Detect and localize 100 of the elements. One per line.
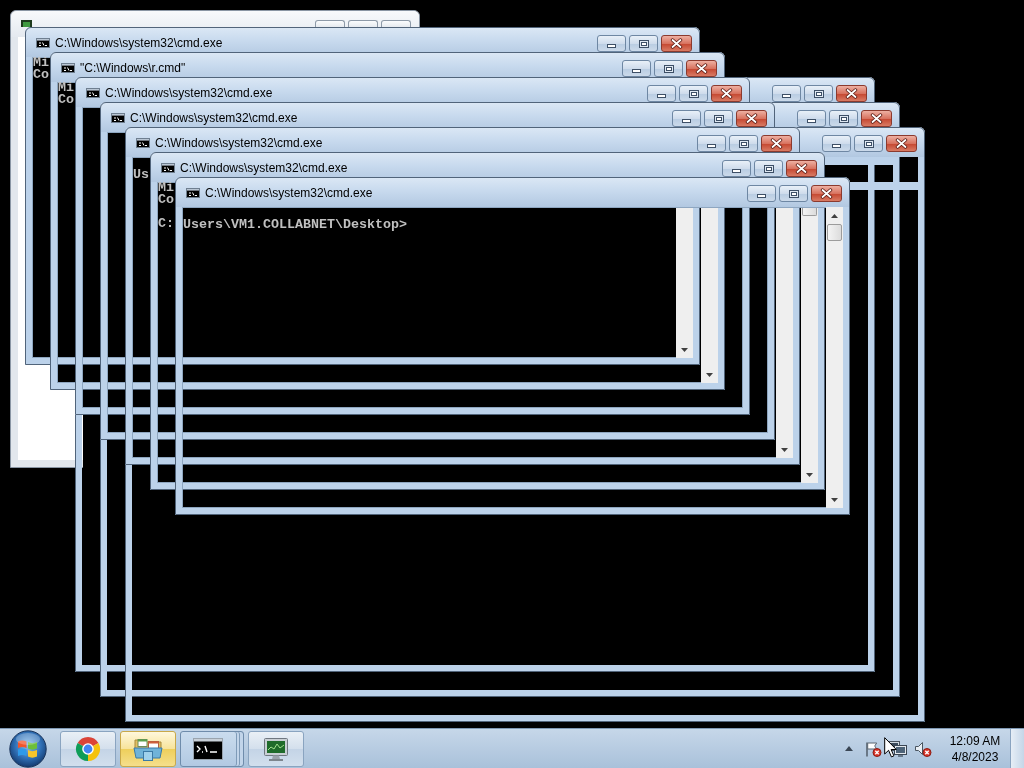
- close-button[interactable]: [761, 135, 792, 152]
- clock-button[interactable]: 12:09 AM 4/8/2023: [944, 730, 1006, 767]
- window-title: C:\Windows\system32\cmd.exe: [205, 185, 373, 200]
- tricolor-circle-icon: [75, 735, 101, 762]
- close-icon: [745, 113, 758, 124]
- maximize-button[interactable]: [754, 160, 783, 177]
- mouse-pointer-icon: [884, 737, 897, 758]
- close-button[interactable]: [861, 110, 892, 127]
- console-text: C:: [158, 218, 174, 230]
- scrollbar[interactable]: [801, 207, 818, 483]
- minimize-button[interactable]: [622, 60, 651, 77]
- console-icon: [161, 162, 175, 173]
- close-icon: [870, 113, 883, 124]
- maximize-button[interactable]: [729, 135, 758, 152]
- maximize-button[interactable]: [654, 60, 683, 77]
- scrollbar[interactable]: [776, 207, 793, 458]
- maximize-button[interactable]: [629, 35, 658, 52]
- window-title: "C:\Windows\r.cmd": [80, 60, 186, 75]
- start-orb-icon[interactable]: [9, 729, 47, 768]
- console-text: Mi: [33, 57, 49, 69]
- close-button[interactable]: [811, 185, 842, 202]
- console-text: Users\VM1.COLLABNET\Desktop>: [183, 219, 407, 231]
- terminal-icon: [193, 737, 223, 760]
- minimize-icon: [657, 94, 666, 98]
- maximize-icon: [638, 39, 649, 48]
- close-icon: [770, 138, 783, 149]
- minimize-button[interactable]: [747, 185, 776, 202]
- minimize-icon: [732, 169, 741, 173]
- close-button[interactable]: [736, 110, 767, 127]
- maximize-icon: [738, 139, 749, 148]
- scroll-down-icon[interactable]: [806, 472, 813, 477]
- close-button[interactable]: [686, 60, 717, 77]
- close-icon: [720, 88, 733, 99]
- scrollbar[interactable]: [826, 207, 843, 508]
- console-text: Co: [158, 194, 174, 206]
- maximize-icon: [788, 189, 799, 198]
- minimize-icon: [782, 94, 791, 98]
- console-icon: [136, 137, 150, 148]
- scroll-thumb[interactable]: [827, 224, 842, 241]
- minimize-button[interactable]: [597, 35, 626, 52]
- minimize-icon: [757, 194, 766, 198]
- speaker-icon[interactable]: [914, 740, 932, 757]
- flag-icon[interactable]: [864, 740, 882, 757]
- window-title: C:\Windows\system32\cmd.exe: [130, 110, 298, 125]
- window-title: C:\Windows\system32\cmd.exe: [105, 85, 273, 100]
- taskbar-button[interactable]: [180, 730, 244, 767]
- scrollbar[interactable]: [676, 207, 693, 358]
- scroll-down-icon[interactable]: [781, 447, 788, 452]
- close-icon: [820, 188, 833, 199]
- window-title: C:\Windows\system32\cmd.exe: [55, 35, 223, 50]
- caret-up-icon[interactable]: [845, 746, 853, 751]
- console-text: Co: [33, 69, 49, 81]
- maximize-icon: [663, 64, 674, 73]
- minimize-button[interactable]: [797, 110, 826, 127]
- minimize-button[interactable]: [647, 85, 676, 102]
- maximize-button[interactable]: [704, 110, 733, 127]
- maximize-icon: [688, 89, 699, 98]
- close-button[interactable]: [886, 135, 917, 152]
- scroll-down-icon[interactable]: [681, 347, 688, 352]
- console-text: Us: [133, 169, 149, 181]
- scroll-down-icon[interactable]: [706, 372, 713, 377]
- console-icon: [36, 37, 50, 48]
- app-icon: [21, 20, 32, 27]
- close-button[interactable]: [786, 160, 817, 177]
- minimize-button[interactable]: [672, 110, 701, 127]
- maximize-button[interactable]: [679, 85, 708, 102]
- close-icon: [670, 38, 683, 49]
- window-title: C:\Windows\system32\cmd.exe: [155, 135, 323, 150]
- maximize-button[interactable]: [829, 110, 858, 127]
- minimize-icon: [607, 44, 616, 48]
- console-icon: [186, 187, 200, 198]
- scroll-down-icon[interactable]: [831, 497, 838, 502]
- maximize-button[interactable]: [804, 85, 833, 102]
- close-button[interactable]: [836, 85, 867, 102]
- console-text: Mi: [158, 182, 174, 194]
- close-button[interactable]: [711, 85, 742, 102]
- minimize-button[interactable]: [722, 160, 751, 177]
- minimize-button[interactable]: [822, 135, 851, 152]
- window-title: C:\Windows\system32\cmd.exe: [180, 160, 348, 175]
- minimize-icon: [707, 144, 716, 148]
- maximize-icon: [813, 89, 824, 98]
- minimize-icon: [682, 119, 691, 123]
- minimize-icon: [832, 144, 841, 148]
- maximize-icon: [763, 164, 774, 173]
- close-icon: [845, 88, 858, 99]
- console-text: Co: [58, 94, 74, 106]
- close-button[interactable]: [661, 35, 692, 52]
- maximize-button[interactable]: [779, 185, 808, 202]
- console-icon: [61, 62, 75, 73]
- console-icon: [86, 87, 100, 98]
- minimize-button[interactable]: [697, 135, 726, 152]
- maximize-button[interactable]: [854, 135, 883, 152]
- scroll-up-icon[interactable]: [831, 213, 838, 218]
- monitor-icon: [261, 735, 291, 762]
- minimize-icon: [807, 119, 816, 123]
- minimize-button[interactable]: [772, 85, 801, 102]
- maximize-icon: [713, 114, 724, 123]
- close-icon: [895, 138, 908, 149]
- scrollbar[interactable]: [701, 207, 718, 383]
- close-icon: [695, 63, 708, 74]
